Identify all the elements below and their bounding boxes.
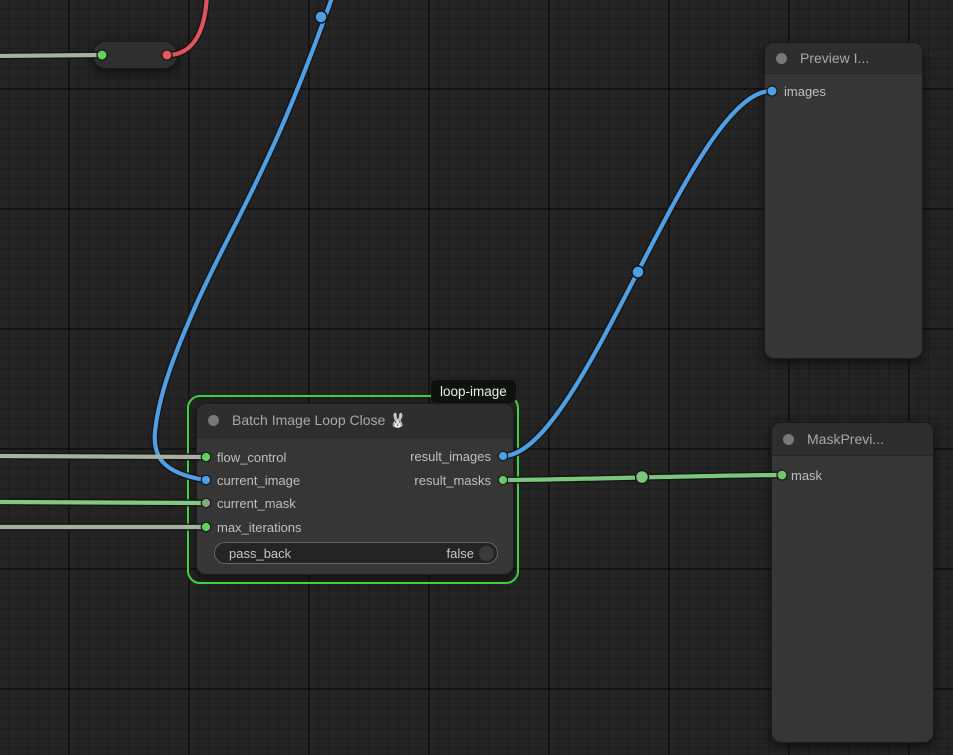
wire-into-current-mask[interactable] — [0, 502, 206, 503]
wire-into-collapsed-node[interactable] — [0, 55, 101, 56]
collapse-dot-icon[interactable] — [208, 415, 219, 426]
output-slot-result-images: result_images — [410, 448, 491, 466]
wire-into-flow-control[interactable] — [0, 456, 206, 457]
collapse-dot-icon[interactable] — [783, 434, 794, 445]
slot-label: current_mask — [217, 496, 296, 511]
link-midpoint-dot[interactable] — [636, 471, 649, 484]
slot-label: images — [784, 84, 826, 99]
wire-result-images-to-preview[interactable] — [503, 91, 771, 456]
input-slot-mask: mask — [791, 467, 822, 485]
input-slot-current-image: current_image — [217, 472, 300, 490]
link-midpoint-dot[interactable] — [632, 266, 644, 278]
batch-image-loop-close-node[interactable]: Batch Image Loop Close 🐰 flow_control cu… — [196, 403, 514, 575]
node-titlebar[interactable]: Batch Image Loop Close 🐰 — [197, 404, 513, 438]
input-slot-flow-control: flow_control — [217, 449, 286, 467]
node-titlebar[interactable]: Preview I... — [765, 43, 922, 74]
node-graph-canvas[interactable]: loop-image Batch Image Loop Close 🐰 flow… — [0, 0, 953, 755]
node-title-badge: loop-image — [431, 380, 516, 403]
widget-name: pass_back — [215, 546, 447, 561]
collapsed-node[interactable] — [92, 41, 178, 69]
node-titlebar[interactable]: MaskPrevi... — [772, 423, 933, 456]
slot-label: flow_control — [217, 450, 286, 465]
mask-preview-node[interactable]: MaskPrevi... mask — [771, 422, 934, 743]
preview-image-node[interactable]: Preview I... images — [764, 42, 923, 359]
pass-back-toggle[interactable]: pass_back false — [214, 542, 498, 564]
node-title: Batch Image Loop Close 🐰 — [232, 412, 407, 429]
toggle-knob-icon[interactable] — [479, 546, 494, 561]
slot-label: current_image — [217, 473, 300, 488]
slot-label: result_masks — [414, 473, 491, 488]
wire-result-masks-to-mask-preview[interactable] — [503, 475, 781, 480]
slot-label: max_iterations — [217, 520, 302, 535]
node-title: MaskPrevi... — [807, 431, 884, 447]
input-slot-max-iterations: max_iterations — [217, 519, 302, 537]
widget-value: false — [447, 546, 479, 561]
slot-label: mask — [791, 468, 822, 483]
node-title: Preview I... — [800, 50, 869, 66]
input-slot-current-mask: current_mask — [217, 495, 296, 513]
input-slot-images: images — [784, 83, 826, 101]
output-slot-result-masks: result_masks — [414, 472, 491, 490]
slot-label: result_images — [410, 449, 491, 464]
link-midpoint-dot[interactable] — [315, 11, 327, 23]
collapse-dot-icon[interactable] — [776, 53, 787, 64]
